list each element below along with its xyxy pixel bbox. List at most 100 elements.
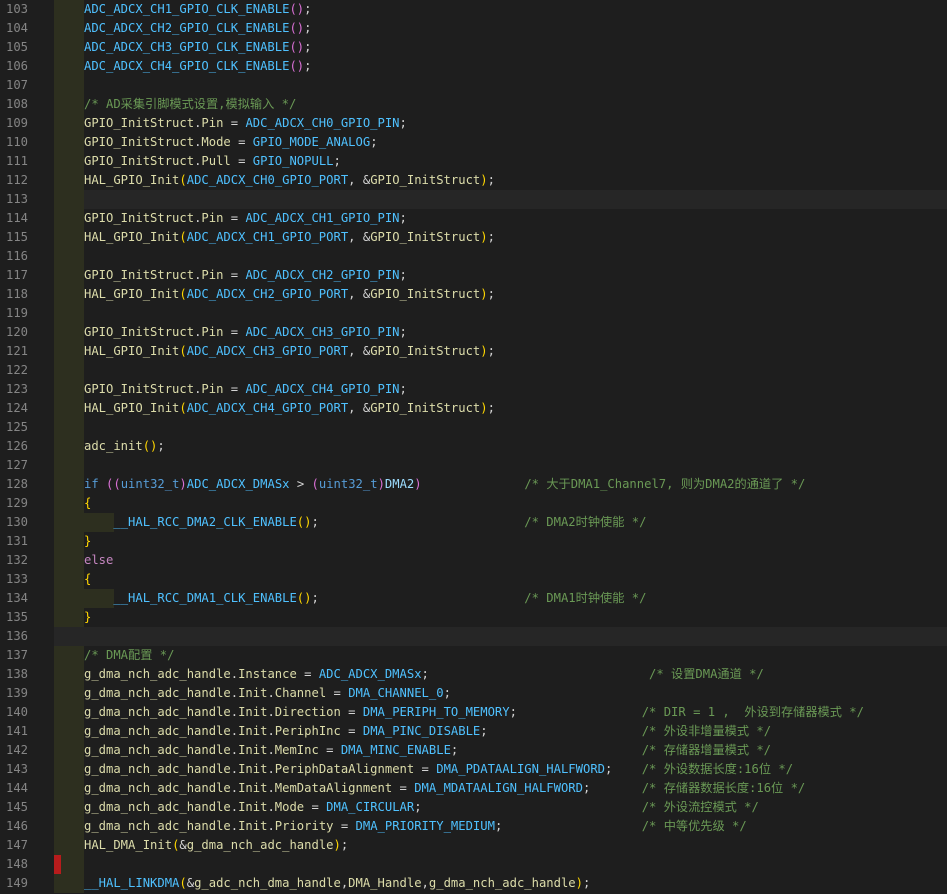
code-text: } bbox=[84, 532, 91, 551]
line-number: 146 bbox=[5, 819, 28, 833]
line-number: 122 bbox=[5, 363, 28, 377]
code-line[interactable]: 119 bbox=[0, 304, 947, 323]
code-token: /* 大于DMA1_Channel7, 则为DMA2的通道了 */ bbox=[524, 477, 806, 491]
code-line[interactable]: 127 bbox=[0, 456, 947, 475]
code-token: () bbox=[142, 439, 158, 453]
code-token: GPIO_InitStruct bbox=[370, 287, 481, 301]
code-text: { bbox=[84, 494, 91, 513]
code-line[interactable]: 130 __HAL_RCC_DMA2_CLK_ENABLE(); /* DMA2… bbox=[0, 513, 947, 532]
line-number: 144 bbox=[5, 781, 28, 795]
code-token: Init bbox=[238, 724, 268, 738]
code-token: Init bbox=[238, 781, 268, 795]
code-token: , & bbox=[348, 173, 371, 187]
code-line[interactable]: 140 g_dma_nch_adc_handle.Init.Direction =… bbox=[0, 703, 947, 722]
code-line[interactable]: 139 g_dma_nch_adc_handle.Init.Channel = D… bbox=[0, 684, 947, 703]
code-text: GPIO_InitStruct.Pin = ADC_ADCX_CH0_GPIO_… bbox=[84, 114, 407, 133]
code-line[interactable]: 111 GPIO_InitStruct.Pull = GPIO_NOPULL; bbox=[0, 152, 947, 171]
code-text: else bbox=[84, 551, 113, 570]
code-token: ADC_ADCX_CH2_GPIO_CLK_ENABLE bbox=[84, 21, 290, 35]
code-line[interactable]: 144 g_dma_nch_adc_handle.Init.MemDataAlig… bbox=[0, 779, 947, 798]
code-line[interactable]: 106 ADC_ADCX_CH4_GPIO_CLK_ENABLE(); bbox=[0, 57, 947, 76]
code-line[interactable]: 116 bbox=[0, 247, 947, 266]
code-token: ( bbox=[179, 344, 187, 358]
code-token: ADC_ADCX_CH4_GPIO_PIN bbox=[245, 382, 400, 396]
line-number: 149 bbox=[5, 876, 28, 890]
code-text: adc_init(); bbox=[84, 437, 165, 456]
code-token: ; bbox=[340, 838, 349, 852]
indent-guide bbox=[54, 874, 84, 893]
code-line[interactable]: 131} bbox=[0, 532, 947, 551]
code-line[interactable]: 121 HAL_GPIO_Init(ADC_ADCX_CH3_GPIO_PORT,… bbox=[0, 342, 947, 361]
code-line[interactable]: 133 { bbox=[0, 570, 947, 589]
code-line[interactable]: 132 else bbox=[0, 551, 947, 570]
code-line[interactable]: 122 bbox=[0, 361, 947, 380]
line-number: 123 bbox=[5, 382, 28, 396]
line-number: 138 bbox=[5, 667, 28, 681]
indent-guide bbox=[54, 38, 84, 57]
code-line[interactable]: 108 /* AD采集引脚模式设置,模拟输入 */ bbox=[0, 95, 947, 114]
code-line[interactable]: 136 bbox=[0, 627, 947, 646]
code-token: = bbox=[223, 382, 246, 396]
code-token: Mode bbox=[274, 800, 305, 814]
code-line[interactable]: 104 ADC_ADCX_CH2_GPIO_CLK_ENABLE(); bbox=[0, 19, 947, 38]
code-line[interactable]: 105 ADC_ADCX_CH3_GPIO_CLK_ENABLE(); bbox=[0, 38, 947, 57]
code-line[interactable]: 129 { bbox=[0, 494, 947, 513]
code-token: ADC_ADCX_DMASx bbox=[186, 477, 290, 491]
code-line[interactable]: 137 /* DMA配置 */ bbox=[0, 646, 947, 665]
code-line[interactable]: 146 g_dma_nch_adc_handle.Init.Priority = … bbox=[0, 817, 947, 836]
code-line[interactable]: 148 bbox=[0, 855, 947, 874]
code-line[interactable]: 143 g_dma_nch_adc_handle.Init.PeriphDataA… bbox=[0, 760, 947, 779]
code-token: Instance bbox=[238, 667, 297, 681]
code-line[interactable]: 138 g_dma_nch_adc_handle.Instance = ADC_A… bbox=[0, 665, 947, 684]
code-line[interactable]: 149 __HAL_LINKDMA(&g_adc_nch_dma_handle,D… bbox=[0, 874, 947, 893]
code-line[interactable]: 110 GPIO_InitStruct.Mode = GPIO_MODE_ANAL… bbox=[0, 133, 947, 152]
code-token: ; bbox=[311, 515, 319, 529]
code-line[interactable]: 118 HAL_GPIO_Init(ADC_ADCX_CH2_GPIO_PORT,… bbox=[0, 285, 947, 304]
code-line[interactable]: 135} bbox=[0, 608, 947, 627]
code-line[interactable]: 113 bbox=[0, 190, 947, 209]
code-token: GPIO_InitStruct bbox=[84, 154, 195, 168]
indent-guide bbox=[54, 646, 84, 665]
code-line[interactable]: 115 HAL_GPIO_Init(ADC_ADCX_CH1_GPIO_PORT,… bbox=[0, 228, 947, 247]
code-line[interactable]: 147 HAL_DMA_Init(&g_dma_nch_adc_handle); bbox=[0, 836, 947, 855]
code-text: GPIO_InitStruct.Pin = ADC_ADCX_CH1_GPIO_… bbox=[84, 209, 407, 228]
line-number: 105 bbox=[5, 40, 28, 54]
code-token: . bbox=[267, 781, 275, 795]
indent-guide bbox=[54, 266, 84, 285]
code-line[interactable]: 134 __HAL_RCC_DMA1_CLK_ENABLE(); /* DMA1… bbox=[0, 589, 947, 608]
code-token: & bbox=[186, 876, 195, 890]
code-token: ; bbox=[399, 325, 407, 339]
code-line[interactable]: 109 GPIO_InitStruct.Pin = ADC_ADCX_CH0_GP… bbox=[0, 114, 947, 133]
code-text: g_dma_nch_adc_handle.Init.PeriphInc = DM… bbox=[84, 722, 771, 741]
indent-guide bbox=[54, 418, 84, 437]
code-token: . bbox=[230, 781, 239, 795]
code-line[interactable]: 114 GPIO_InitStruct.Pin = ADC_ADCX_CH1_GP… bbox=[0, 209, 947, 228]
code-token: Pin bbox=[201, 116, 224, 130]
code-line[interactable]: 120 GPIO_InitStruct.Pin = ADC_ADCX_CH3_GP… bbox=[0, 323, 947, 342]
code-token: , & bbox=[348, 344, 371, 358]
code-token: ; bbox=[487, 344, 495, 358]
code-line[interactable]: 107 bbox=[0, 76, 947, 95]
code-line[interactable]: 112 HAL_GPIO_Init(ADC_ADCX_CH0_GPIO_PORT,… bbox=[0, 171, 947, 190]
code-line[interactable]: 142 g_dma_nch_adc_handle.Init.MemInc = DM… bbox=[0, 741, 947, 760]
code-line[interactable]: 117 GPIO_InitStruct.Pin = ADC_ADCX_CH2_GP… bbox=[0, 266, 947, 285]
code-line[interactable]: 128 if ((uint32_t)ADC_ADCX_DMASx > (uint3… bbox=[0, 475, 947, 494]
code-line[interactable]: 126 adc_init(); bbox=[0, 437, 947, 456]
line-number: 104 bbox=[5, 21, 28, 35]
code-line[interactable]: 145 g_dma_nch_adc_handle.Init.Mode = DMA_… bbox=[0, 798, 947, 817]
line-number: 147 bbox=[5, 838, 28, 852]
code-token: { bbox=[84, 572, 92, 586]
code-text: g_dma_nch_adc_handle.Init.MemDataAlignme… bbox=[84, 779, 805, 798]
code-token: . bbox=[267, 724, 275, 738]
code-editor[interactable]: 103 ADC_ADCX_CH1_GPIO_CLK_ENABLE(); 104 ADC… bbox=[0, 0, 947, 894]
indent-guide bbox=[54, 399, 84, 418]
code-line[interactable]: 103 ADC_ADCX_CH1_GPIO_CLK_ENABLE(); bbox=[0, 0, 947, 19]
code-text: HAL_GPIO_Init(ADC_ADCX_CH0_GPIO_PORT, &G… bbox=[84, 171, 495, 190]
code-token: ) bbox=[480, 287, 488, 301]
code-line[interactable]: 141 g_dma_nch_adc_handle.Init.PeriphInc =… bbox=[0, 722, 947, 741]
code-line[interactable]: 123 GPIO_InitStruct.Pin = ADC_ADCX_CH4_GP… bbox=[0, 380, 947, 399]
code-line[interactable]: 125 bbox=[0, 418, 947, 437]
code-line[interactable]: 124 HAL_GPIO_Init(ADC_ADCX_CH4_GPIO_PORT,… bbox=[0, 399, 947, 418]
